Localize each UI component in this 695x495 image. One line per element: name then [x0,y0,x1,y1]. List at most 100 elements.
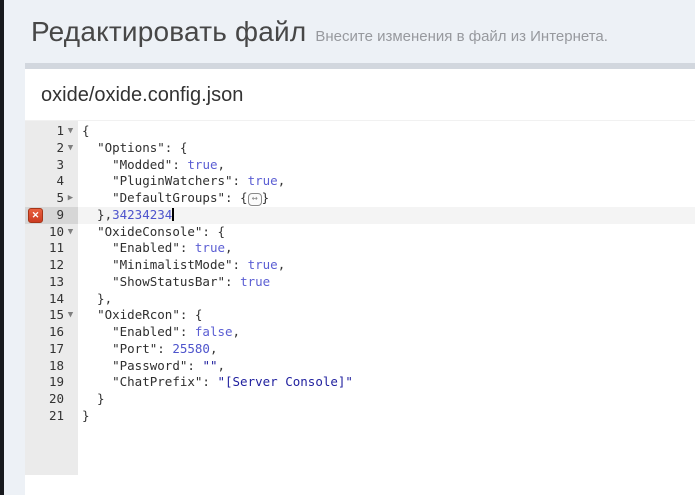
code-line[interactable]: "OxideRcon": { [78,307,695,324]
fold-open-icon[interactable]: ▼ [65,307,76,324]
token-key: "Modded" [112,157,172,172]
token-punct: : [157,341,172,356]
gutter-cell[interactable]: 3 [25,157,78,174]
code-line[interactable]: "Options": { [78,140,695,157]
line-number: 1 [56,123,64,138]
code-line[interactable]: },34234234 [78,207,695,224]
token-punct: { [82,123,90,138]
code-line[interactable]: "Port": 25580, [78,341,695,358]
line-number: 9 [56,207,64,222]
code-line[interactable]: "Password": "", [78,358,695,375]
token-key: "ShowStatusBar" [112,274,225,289]
gutter-cell[interactable]: 11 [25,240,78,257]
gutter-cell[interactable]: 16 [25,324,78,341]
screen-left-edge-bar [0,0,4,495]
gutter-cell[interactable]: 5▶ [25,190,78,207]
line-number: 21 [49,408,64,423]
code-line[interactable]: "Modded": true, [78,157,695,174]
gutter-cell[interactable]: 14 [25,291,78,308]
line-number: 18 [49,358,64,373]
code-line[interactable]: }, [78,291,695,308]
line-number: 20 [49,391,64,406]
error-annotation-icon: ✕ [28,208,43,223]
gutter-cell[interactable]: 12 [25,257,78,274]
token-punct: , [225,240,233,255]
code-line[interactable]: } [78,391,695,408]
code-line[interactable]: "ChatPrefix": "[Server Console]" [78,374,695,391]
token-key: "Options" [97,140,165,155]
gutter-cell[interactable]: 4 [25,173,78,190]
token-punct: : [202,374,217,389]
gutter-cell[interactable]: ✕9 [25,207,78,224]
gutter-cell[interactable]: 1▼ [25,123,78,140]
code-editor[interactable]: 1▼{2▼ "Options": {3 "Modded": true,4 "Pl… [25,120,695,475]
token-key: "DefaultGroups" [112,190,225,205]
editor-line: 15▼ "OxideRcon": { [25,307,695,324]
code-line[interactable]: { [78,123,695,140]
editor-line: 4 "PluginWatchers": true, [25,173,695,190]
gutter-cell[interactable]: 21 [25,408,78,425]
token-punct: : [180,324,195,339]
code-line[interactable]: "OxideConsole": { [78,224,695,241]
fold-placeholder[interactable]: ↔ [248,193,262,206]
token-punct: , [233,324,241,339]
editor-line: 3 "Modded": true, [25,157,695,174]
token-punct: , [278,173,286,188]
line-number: 10 [49,224,64,239]
token-punct: : [187,358,202,373]
token-str: "" [202,358,217,373]
token-num: 34234234 [112,207,172,222]
code-line[interactable]: "Enabled": true, [78,240,695,257]
editor-line: 19 "ChatPrefix": "[Server Console]" [25,374,695,391]
line-number: 3 [56,157,64,172]
line-number: 15 [49,307,64,322]
fold-open-icon[interactable]: ▼ [65,123,76,140]
token-bool: true [248,257,278,272]
token-punct: : { [225,190,248,205]
page-header: Редактировать файлВнесите изменения в фа… [31,16,687,48]
editor-line: 13 "ShowStatusBar": true [25,274,695,291]
code-line[interactable]: "PluginWatchers": true, [78,173,695,190]
fold-open-icon[interactable]: ▼ [65,224,76,241]
line-number: 14 [49,291,64,306]
token-punct: , [218,157,226,172]
line-number: 19 [49,374,64,389]
token-punct: } [262,190,270,205]
token-punct: : [180,240,195,255]
token-punct: }, [82,207,112,222]
text-cursor [172,208,174,221]
line-number: 5 [56,190,64,205]
edit-file-panel: oxide/oxide.config.json 1▼{2▼ "Options":… [25,63,695,495]
line-number: 13 [49,274,64,289]
token-key: "ChatPrefix" [112,374,202,389]
code-line[interactable]: "MinimalistMode": true, [78,257,695,274]
token-punct: }, [82,291,112,306]
code-line[interactable]: } [78,408,695,425]
gutter-cell[interactable]: 2▼ [25,140,78,157]
gutter-cell[interactable]: 15▼ [25,307,78,324]
token-punct: : [172,157,187,172]
filename-label: oxide/oxide.config.json [25,69,695,120]
code-line[interactable]: "Enabled": false, [78,324,695,341]
code-line[interactable]: "DefaultGroups": {↔} [78,190,695,207]
fold-closed-icon[interactable]: ▶ [65,190,76,207]
token-key: "Password" [112,358,187,373]
editor-line: 11 "Enabled": true, [25,240,695,257]
token-punct [82,224,97,239]
token-key: "OxideRcon" [97,307,180,322]
editor-line: ✕9 },34234234 [25,207,695,224]
gutter-cell[interactable]: 19 [25,374,78,391]
page-title: Редактировать файл [31,16,306,47]
fold-open-icon[interactable]: ▼ [65,140,76,157]
gutter-cell[interactable]: 13 [25,274,78,291]
editor-line: 21} [25,408,695,425]
token-punct [82,341,112,356]
code-line[interactable]: "ShowStatusBar": true [78,274,695,291]
gutter-cell[interactable]: 10▼ [25,224,78,241]
token-punct: , [218,358,226,373]
gutter-cell[interactable]: 20 [25,391,78,408]
gutter-cell[interactable]: 17 [25,341,78,358]
gutter-cell[interactable]: 18 [25,358,78,375]
token-punct [82,190,112,205]
token-punct: : [233,173,248,188]
